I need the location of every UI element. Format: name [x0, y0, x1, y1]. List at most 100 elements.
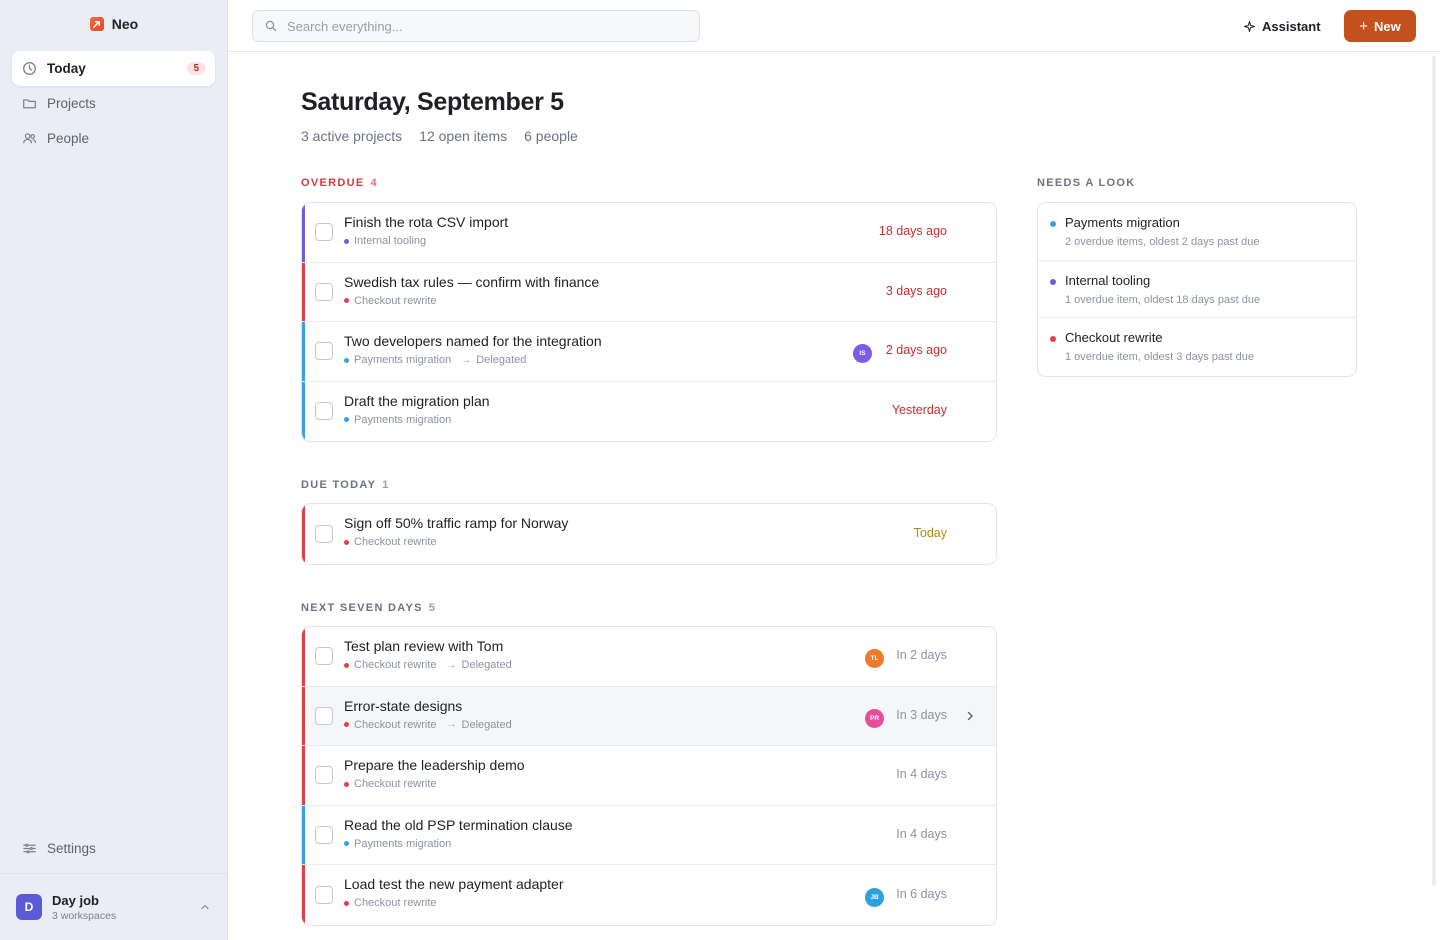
task-row[interactable]: Two developers named for the integration…: [302, 322, 996, 382]
brand[interactable]: Neo: [0, 16, 228, 32]
project-dot-icon: [344, 841, 349, 846]
task-meta: Payments migration → Delegated: [344, 354, 602, 366]
section-count: 5: [428, 602, 435, 614]
workspace-count: 3 workspaces: [52, 909, 117, 922]
workspace-switcher[interactable]: D Day job 3 workspaces: [0, 873, 227, 940]
due-date: Yesterday: [891, 403, 947, 418]
section-header-next-seven-days: NEXT SEVEN DAYS 5: [301, 602, 435, 614]
task-title: Sign off 50% traffic ramp for Norway: [344, 515, 569, 531]
needs-look-project: Checkout rewrite: [1065, 330, 1163, 345]
task-checkbox[interactable]: [315, 223, 333, 242]
assignee-avatar: PR: [865, 708, 884, 728]
task-meta: Checkout rewrite: [344, 295, 599, 307]
workspace-avatar: D: [16, 894, 42, 920]
needs-look-item[interactable]: Payments migration 2 overdue items, oldes…: [1038, 203, 1356, 261]
stat-projects: 3 active projects: [301, 128, 403, 144]
due-date: In 2 days: [896, 648, 947, 663]
task-row[interactable]: Sign off 50% traffic ramp for Norway Chec…: [302, 504, 996, 564]
section-title: DUE TODAY: [301, 479, 377, 491]
project-dot-icon: [344, 539, 349, 545]
next-seven-days-list: Test plan review with Tom Checkout rewrit…: [301, 626, 997, 926]
task-project: Internal tooling: [354, 235, 427, 247]
task-checkbox[interactable]: [315, 706, 333, 725]
search-icon: [265, 20, 277, 32]
task-checkbox[interactable]: [315, 766, 333, 785]
scrollbar[interactable]: [1432, 56, 1436, 886]
needs-look-item[interactable]: Checkout rewrite 1 overdue item, oldest 3…: [1038, 318, 1356, 376]
sliders-icon: [22, 841, 37, 856]
task-row[interactable]: Load test the new payment adapter Checkou…: [302, 865, 996, 925]
arrow-right-icon: →: [461, 354, 472, 366]
needs-look-item[interactable]: Internal tooling 1 overdue item, oldest 1…: [1038, 261, 1356, 318]
task-meta: Checkout rewrite: [344, 778, 525, 790]
sidebar-item-today[interactable]: Today 5: [12, 51, 215, 86]
project-dot-icon: [344, 662, 349, 668]
task-title: Load test the new payment adapter: [344, 876, 564, 892]
task-project: Payments migration: [354, 837, 452, 850]
new-button[interactable]: + New: [1344, 10, 1416, 42]
task-row[interactable]: Error-state designs Checkout rewrite → Dele…: [302, 686, 996, 746]
task-text: Swedish tax rules — confirm with finance…: [344, 274, 599, 307]
task-row[interactable]: Draft the migration plan Payments migrati…: [302, 381, 996, 441]
project-dot-icon: [1050, 278, 1056, 285]
delegated-label: Delegated: [461, 718, 512, 731]
project-dot-icon: [344, 781, 349, 787]
project-color-bar: [302, 203, 305, 262]
sidebar-item-label: People: [47, 131, 90, 146]
due-date: In 4 days: [896, 767, 947, 782]
section-header-due-today: DUE TODAY 1: [301, 479, 388, 491]
assignee-avatar: TL: [865, 649, 884, 669]
task-checkbox[interactable]: [315, 282, 333, 301]
task-text: Finish the rota CSV import Internal tooli…: [344, 214, 508, 247]
search-input[interactable]: [287, 18, 687, 34]
project-color-bar: [302, 322, 305, 381]
task-checkbox[interactable]: [315, 647, 333, 666]
section-title: OVERDUE: [301, 177, 365, 189]
folder-icon: [22, 96, 37, 111]
sidebar-nav: Today 5 Projects People: [12, 51, 215, 156]
task-title: Error-state designs: [344, 697, 463, 714]
task-checkbox[interactable]: [315, 402, 333, 421]
task-meta: Checkout rewrite → Delegated: [344, 659, 512, 671]
task-row[interactable]: Swedish tax rules — confirm with finance…: [302, 262, 996, 322]
task-title: Read the old PSP termination clause: [344, 816, 573, 833]
task-title: Draft the migration plan: [344, 392, 490, 409]
task-row[interactable]: Read the old PSP termination clause Payme…: [302, 805, 996, 865]
due-date: In 3 days: [896, 707, 947, 722]
task-checkbox[interactable]: [315, 524, 333, 543]
task-row[interactable]: Prepare the leadership demo Checkout rewr…: [302, 746, 996, 806]
section-count: 1: [382, 479, 389, 491]
project-dot-icon: [1050, 221, 1056, 227]
today-count-badge: 5: [187, 62, 205, 75]
search-box[interactable]: [252, 10, 700, 42]
task-title: Prepare the leadership demo: [344, 757, 525, 773]
neo-logo-icon: [89, 17, 104, 31]
task-title: Finish the rota CSV import: [344, 214, 509, 230]
task-checkbox[interactable]: [315, 825, 333, 844]
settings-link[interactable]: Settings: [12, 836, 215, 860]
task-text: Sign off 50% traffic ramp for Norway Chec…: [344, 515, 568, 548]
project-dot-icon: [344, 417, 349, 422]
project-color-bar: [302, 686, 305, 745]
needs-look-summary: 2 overdue items, oldest 2 days past due: [1065, 236, 1260, 248]
due-date: In 6 days: [896, 886, 947, 901]
task-row[interactable]: Test plan review with Tom Checkout rewrit…: [302, 627, 996, 687]
project-dot-icon: [344, 722, 349, 727]
task-text: Error-state designs Checkout rewrite → Dele…: [344, 698, 512, 731]
new-label: New: [1374, 18, 1401, 34]
assistant-button[interactable]: Assistant: [1244, 14, 1321, 38]
needs-a-look-title: NEEDS A LOOK: [1037, 177, 1136, 189]
task-row[interactable]: Finish the rota CSV import Internal tooli…: [302, 203, 996, 263]
project-color-bar: [302, 865, 305, 925]
task-checkbox[interactable]: [315, 885, 333, 904]
task-title: Swedish tax rules — confirm with finance: [344, 273, 600, 290]
task-project: Checkout rewrite: [354, 659, 437, 671]
sidebar-item-projects[interactable]: Projects: [12, 86, 215, 121]
task-project: Checkout rewrite: [354, 778, 437, 790]
sidebar-item-people[interactable]: People: [12, 121, 215, 156]
project-dot-icon: [344, 357, 349, 363]
task-text: Prepare the leadership demo Checkout rewr…: [344, 757, 525, 790]
task-checkbox[interactable]: [315, 342, 333, 361]
task-text: Load test the new payment adapter Checkou…: [344, 876, 563, 909]
task-meta: Checkout rewrite → Delegated: [344, 719, 512, 731]
